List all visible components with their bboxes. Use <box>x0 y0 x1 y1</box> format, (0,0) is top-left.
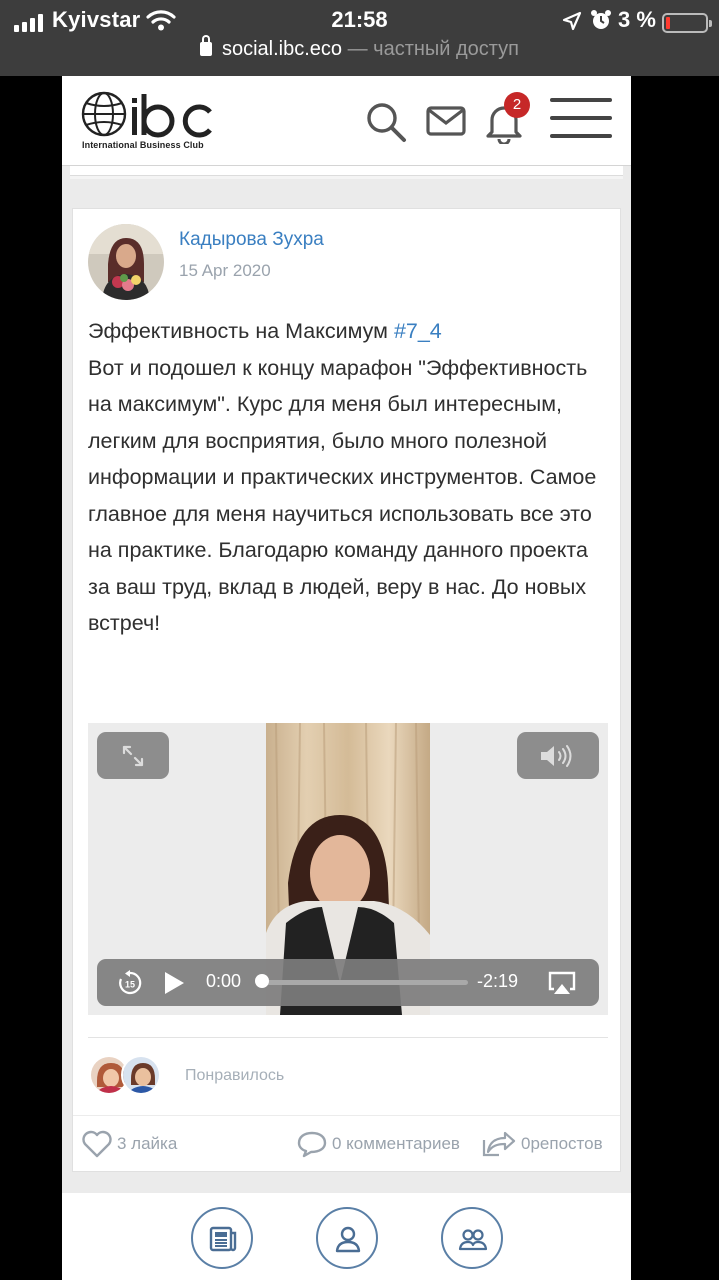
liked-label: Понравилось <box>185 1067 285 1084</box>
user-icon <box>335 1226 361 1253</box>
like-button[interactable]: 3 лайка <box>81 1116 177 1172</box>
repost-button[interactable]: 0репостов <box>481 1116 603 1172</box>
hashtag-link[interactable]: #7_4 <box>394 319 442 343</box>
post-title: Эффективность на Максимум <box>88 319 394 343</box>
alarm-clock-icon <box>591 10 611 29</box>
comments-count: 0 комментариев <box>332 1134 460 1153</box>
mail-icon[interactable] <box>426 102 466 138</box>
speaker-icon <box>541 745 572 767</box>
likes-count: 3 лайка <box>117 1134 178 1153</box>
share-arrow-icon <box>482 1131 516 1157</box>
video-progress-track[interactable] <box>261 980 468 985</box>
post-body: Вот и подошел к концу марафон "Эффективн… <box>88 355 597 636</box>
reposts-count: 0репостов <box>521 1134 603 1153</box>
expand-icon <box>122 745 144 767</box>
battery-percent: 3 % <box>618 7 656 32</box>
groups-button[interactable] <box>441 1207 503 1269</box>
hamburger-menu-icon[interactable] <box>550 98 612 140</box>
liker-avatar[interactable] <box>121 1055 161 1095</box>
newspaper-icon <box>209 1226 237 1252</box>
post-date: 15 Apr 2020 <box>179 261 271 280</box>
previous-post-edge <box>70 166 623 179</box>
divider <box>88 1037 608 1038</box>
post-card: Кадырова Зухра 15 Apr 2020 Эффективность… <box>72 208 621 1172</box>
video-remaining-time: -2:19 <box>477 971 519 991</box>
heart-icon <box>82 1130 112 1158</box>
bottom-navigation <box>62 1193 631 1280</box>
comments-button[interactable]: 0 комментариев <box>296 1116 460 1172</box>
post-text: Эффективность на Максимум #7_4 Вот и под… <box>88 313 613 642</box>
url-suffix: — частный доступ <box>342 38 520 60</box>
video-current-time: 0:00 <box>206 971 242 991</box>
site-header: International Business Club 2 <box>62 76 631 166</box>
fullscreen-button[interactable] <box>97 732 169 779</box>
video-scrubber-handle[interactable] <box>255 974 269 988</box>
users-group-icon <box>458 1229 488 1251</box>
logo-subtitle: International Business Club <box>82 140 204 150</box>
news-feed-button[interactable] <box>191 1207 253 1269</box>
svg-text:15: 15 <box>125 980 135 990</box>
play-icon[interactable] <box>163 971 185 995</box>
video-controls-bar: 15 0:00 -2:19 <box>97 959 599 1006</box>
skip-back-15-icon[interactable]: 15 <box>117 970 143 996</box>
search-icon[interactable] <box>364 100 408 144</box>
author-name[interactable]: Кадырова Зухра <box>179 229 324 251</box>
status-bar: Kyivstar 21:58 3 % social.ibc.eco — част… <box>0 0 719 76</box>
address-bar[interactable]: social.ibc.eco — частный доступ <box>0 35 719 61</box>
author-avatar[interactable] <box>88 224 164 300</box>
web-page: International Business Club 2 Кадырова З… <box>62 76 631 1280</box>
url-host: social.ibc.eco <box>221 38 343 60</box>
airplay-icon[interactable] <box>548 970 576 996</box>
battery-icon <box>662 13 712 33</box>
comment-bubble-icon <box>297 1131 327 1158</box>
notification-badge[interactable]: 2 <box>504 92 530 118</box>
profile-button[interactable] <box>316 1207 378 1269</box>
post-actions: 3 лайка 0 комментариев 0репостов <box>73 1115 620 1171</box>
location-arrow-icon <box>562 11 582 31</box>
likers-avatars[interactable] <box>89 1055 169 1099</box>
volume-button[interactable] <box>517 732 599 779</box>
video-player[interactable]: 15 0:00 -2:19 <box>88 723 608 1015</box>
lock-icon <box>199 35 212 56</box>
